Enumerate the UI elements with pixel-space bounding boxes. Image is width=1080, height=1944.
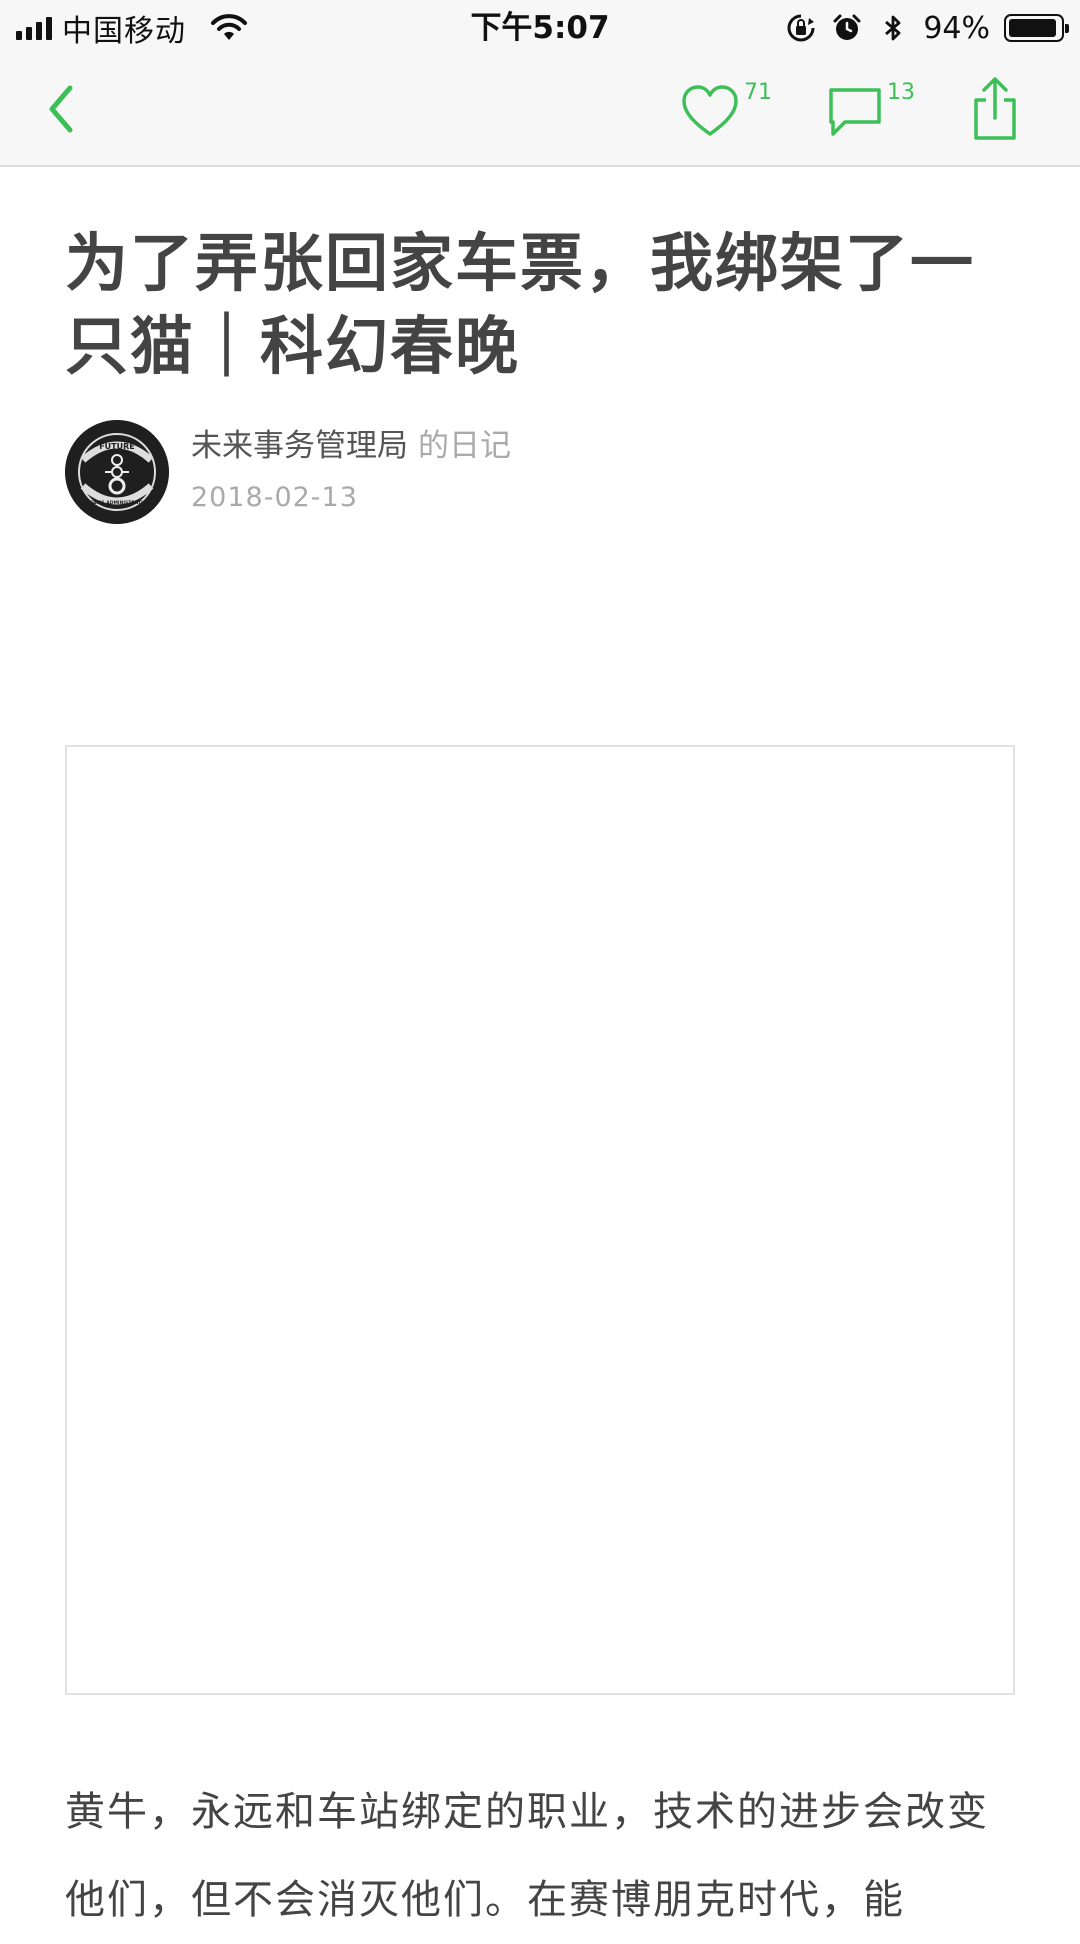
- author-name[interactable]: 未来事务管理局: [191, 428, 408, 464]
- author-avatar[interactable]: FUTURE AFFAIRS ADMINISTRATION: [65, 420, 169, 524]
- comment-button[interactable]: 13: [825, 76, 935, 146]
- status-bar: 中国移动 下午5:07 94%: [0, 0, 1080, 56]
- article-body: 黄牛，永远和车站绑定的职业，技术的进步会改变他们，但不会消灭他们。在赛博朋克时代…: [65, 1789, 989, 1923]
- battery-level: [1009, 19, 1056, 37]
- status-indicators: 94%: [785, 8, 1069, 48]
- article-title: 为了弄张回家车票，我绑架了一只猫｜科幻春晚: [65, 227, 975, 383]
- chevron-left-icon: [49, 85, 73, 133]
- avatar-top-text: FUTURE: [99, 442, 135, 451]
- author-row: FUTURE AFFAIRS ADMINISTRATION 未来事务管理局 的日记…: [65, 420, 1015, 526]
- diary-label: 的日记: [418, 428, 511, 464]
- comment-bubble-icon: [829, 88, 881, 136]
- alarm-clock-icon: [833, 14, 861, 40]
- author-line: 未来事务管理局 的日记: [191, 426, 511, 466]
- like-count: 71: [744, 80, 772, 105]
- like-button[interactable]: 71: [680, 76, 780, 146]
- future-affairs-logo: FUTURE AFFAIRS ADMINISTRATION: [65, 420, 169, 524]
- post-date: 2018-02-13: [191, 482, 358, 513]
- comment-count: 13: [887, 80, 915, 105]
- orientation-lock-icon: [787, 14, 815, 42]
- heart-icon: [682, 85, 738, 136]
- bluetooth-icon: [885, 15, 901, 41]
- battery-icon: [1004, 14, 1069, 42]
- back-button[interactable]: [36, 78, 86, 140]
- share-icon: [974, 77, 1016, 140]
- avatar-bottom-text: AFFAIRS ADMINISTRATION: [84, 500, 151, 506]
- navigation-bar: 71 13: [0, 56, 1080, 167]
- battery-percentage: 94%: [923, 10, 990, 46]
- article-image[interactable]: [65, 745, 1015, 1695]
- share-button[interactable]: [970, 76, 1026, 146]
